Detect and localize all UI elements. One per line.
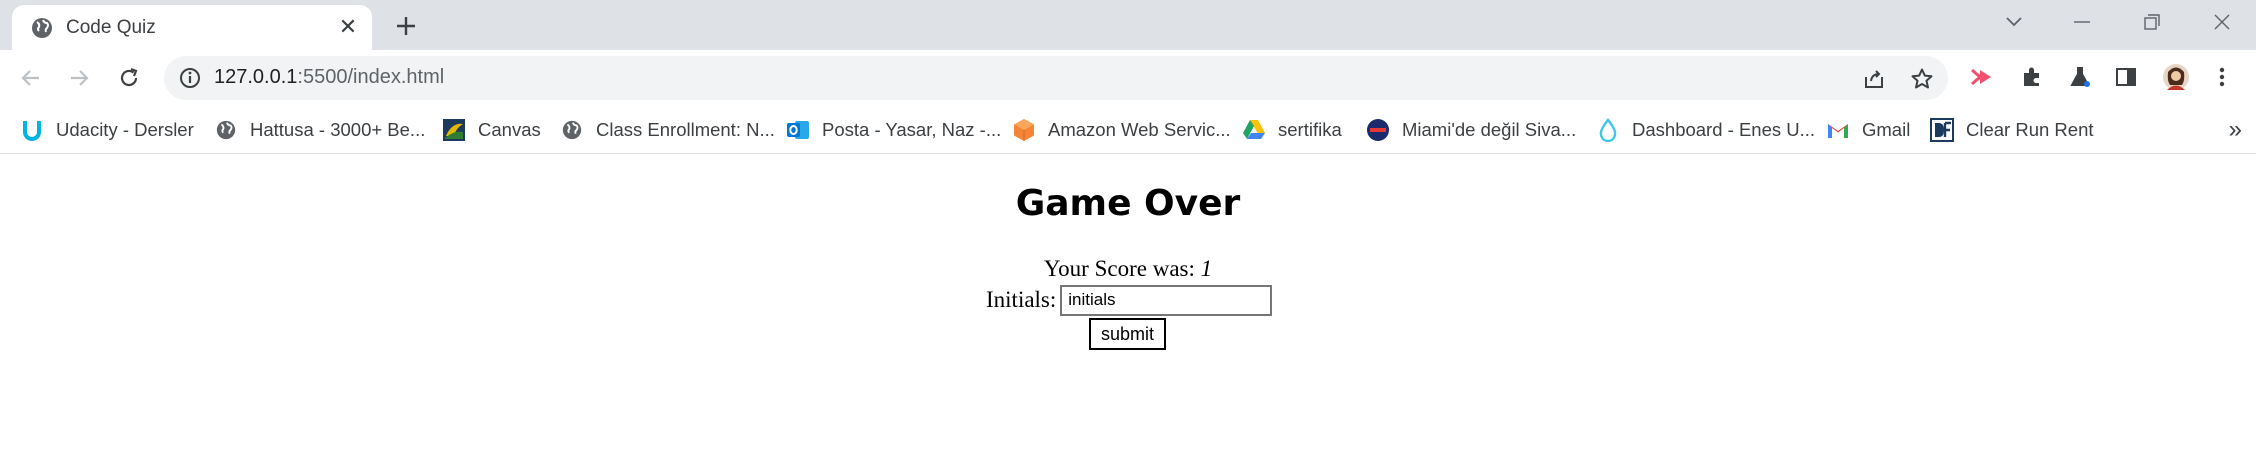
new-tab-button[interactable]	[390, 10, 422, 42]
bookmark-label: Clear Run Rent	[1966, 119, 2094, 140]
tab-strip: Code Quiz ✕	[0, 0, 2256, 50]
forward-button[interactable]	[62, 61, 96, 95]
bookmark-label: Amazon Web Servic...	[1048, 119, 1231, 140]
bookmark-label: Udacity - Dersler	[56, 119, 194, 140]
score-value: 1	[1200, 256, 1213, 281]
bookmark-miami[interactable]: Miami'de değil Siva...	[1366, 114, 1576, 146]
score-label: Your Score was:	[1043, 256, 1195, 281]
url-path: :5500/index.html	[297, 66, 445, 88]
bookmark-label: Posta - Yasar, Naz -...	[822, 119, 1002, 140]
globe-icon	[30, 16, 54, 40]
bookmarks-bar: Udacity - Dersler Hattusa - 3000+ Be... …	[0, 106, 2256, 154]
initials-form: Initials:	[986, 284, 1273, 316]
initials-label: Initials:	[986, 287, 1057, 312]
bookmark-hattusa[interactable]: Hattusa - 3000+ Be...	[214, 114, 425, 146]
bookmark-canvas[interactable]: Canvas	[442, 114, 541, 146]
back-button[interactable]	[14, 61, 48, 95]
bookmark-clear-run-rent[interactable]: Clear Run Rent	[1930, 114, 2094, 146]
page-title: Game Over	[1015, 183, 1241, 224]
bookmark-class-enrollment[interactable]: Class Enrollment: N...	[560, 114, 775, 146]
bookmark-label: Hattusa - 3000+ Be...	[250, 119, 426, 140]
gmail-icon	[1826, 118, 1850, 142]
page-content: Game Over Your Score was: 1 Initials: su…	[0, 155, 2256, 465]
submit-button[interactable]: submit	[1089, 318, 1166, 350]
bookmark-udacity[interactable]: Udacity - Dersler	[20, 114, 194, 146]
url-text[interactable]: 127.0.0.1:5500/index.html	[214, 66, 444, 89]
menu-kebab-icon[interactable]	[2206, 61, 2238, 93]
globe-icon	[560, 118, 584, 142]
url-host: 127.0.0.1	[214, 66, 298, 88]
bookmark-posta[interactable]: Posta - Yasar, Naz -...	[786, 114, 1001, 146]
bookmark-label: Gmail	[1862, 119, 1911, 140]
bookmark-label: sertifika	[1278, 119, 1342, 140]
bookmark-label: Canvas	[478, 119, 541, 140]
close-icon[interactable]: ✕	[334, 13, 362, 41]
extensions-icon[interactable]	[2016, 61, 2048, 93]
bookmark-sertifika[interactable]: sertifika	[1242, 114, 1342, 146]
cast-extension-icon[interactable]	[1966, 61, 1998, 93]
bookmark-dashboard[interactable]: Dashboard - Enes U...	[1596, 114, 1815, 146]
tab-code-quiz[interactable]: Code Quiz ✕	[12, 5, 372, 50]
initials-input[interactable]	[1060, 284, 1273, 316]
avatar[interactable]	[2160, 61, 2192, 93]
close-window-button[interactable]	[2204, 8, 2240, 36]
globe-icon	[214, 118, 238, 142]
chevron-double-right-icon[interactable]: »	[2229, 116, 2242, 144]
circle-logo-icon	[1366, 118, 1390, 142]
minimize-button[interactable]	[2064, 8, 2100, 36]
browser-toolbar: 127.0.0.1:5500/index.html	[0, 50, 2256, 106]
share-icon[interactable]	[1860, 65, 1888, 93]
drop-icon	[1596, 118, 1620, 142]
info-icon[interactable]	[178, 66, 202, 90]
tab-search-icon[interactable]	[1996, 8, 2032, 36]
labs-icon[interactable]	[2064, 61, 2096, 93]
score-line: Your Score was: 1	[0, 256, 2256, 282]
bookmark-gmail[interactable]: Gmail	[1826, 114, 1910, 146]
outlook-icon	[786, 118, 810, 142]
bookmark-label: Class Enrollment: N...	[596, 119, 775, 140]
df-logo-icon	[1930, 118, 1954, 142]
bookmark-label: Dashboard - Enes U...	[1632, 119, 1816, 140]
aws-icon	[1012, 118, 1036, 142]
bookmark-star-icon[interactable]	[1908, 65, 1936, 93]
udacity-icon	[20, 118, 44, 142]
reload-button[interactable]	[112, 61, 146, 95]
bookmark-aws[interactable]: Amazon Web Servic...	[1012, 114, 1231, 146]
canvas-icon	[442, 118, 466, 142]
side-panel-icon[interactable]	[2110, 61, 2142, 93]
address-bar[interactable]: 127.0.0.1:5500/index.html	[164, 56, 1948, 100]
tab-title: Code Quiz	[66, 17, 156, 38]
google-drive-icon	[1242, 118, 1266, 142]
bookmark-label: Miami'de değil Siva...	[1402, 119, 1577, 140]
restore-button[interactable]	[2134, 8, 2170, 36]
